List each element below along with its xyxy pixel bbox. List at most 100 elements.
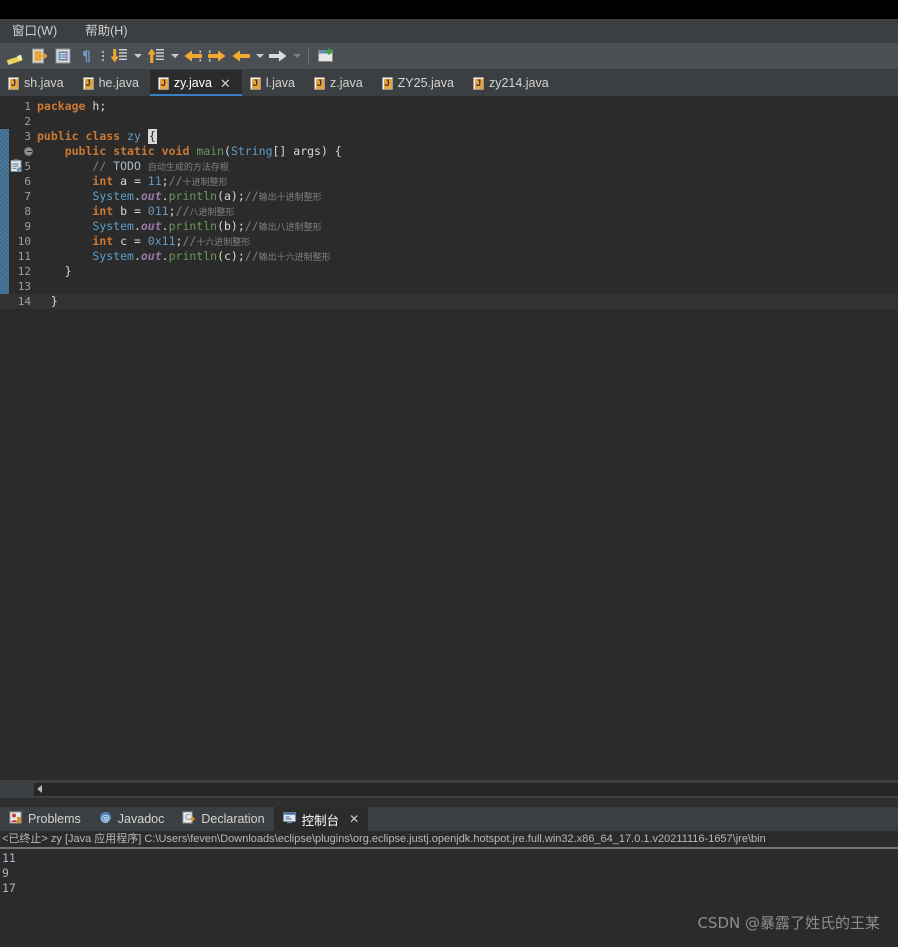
editor-tab-z-java[interactable]: z.java — [306, 70, 374, 96]
line-number: 2 — [24, 115, 31, 128]
editor-tab-zy-java[interactable]: zy.java ✕ — [149, 70, 242, 96]
code-token: . — [161, 249, 169, 263]
editor-tab-label: he.java — [98, 76, 139, 90]
editor-tab-sh-java[interactable]: sh.java — [0, 70, 75, 96]
menu-window[interactable]: 窗口(W) — [9, 19, 60, 43]
code-line[interactable]: 3 public class zy { — [0, 129, 898, 144]
code-token: System — [92, 189, 134, 203]
view-tab-label: Declaration — [201, 812, 265, 826]
code-line[interactable]: 2 — [0, 114, 898, 129]
code-line[interactable]: 6 int a = 11;//十进制整形 — [0, 174, 898, 189]
line-number: 3 — [24, 130, 31, 143]
editor-tab-zy214-java[interactable]: zy214.java — [465, 70, 560, 96]
show-whitespace-pilcrow-icon[interactable]: ¶ — [75, 44, 99, 68]
back-icon[interactable] — [229, 44, 253, 68]
declaration-icon: C — [182, 811, 196, 827]
code-token: // — [244, 219, 259, 233]
view-tab-problems[interactable]: Problems — [0, 807, 90, 831]
code-token: 十进制整形 — [182, 178, 228, 188]
close-icon[interactable]: ✕ — [349, 812, 359, 826]
code-line[interactable]: 13 — [0, 279, 898, 294]
new-window-icon[interactable] — [314, 44, 338, 68]
code-token: out — [140, 219, 162, 233]
back-dropdown[interactable] — [253, 44, 266, 68]
line-number: 5 — [24, 160, 31, 173]
previous-annotation-icon[interactable] — [144, 44, 168, 68]
line-number: 7 — [24, 190, 31, 203]
next-annotation-icon[interactable] — [107, 44, 131, 68]
editor-tab-he-java[interactable]: he.java — [75, 70, 150, 96]
svg-text:¶: ¶ — [82, 49, 91, 65]
editor-horizontal-scrollbar[interactable] — [0, 780, 898, 798]
code-token: public — [64, 144, 107, 158]
console-output-line: 9 — [2, 866, 9, 880]
console-output[interactable]: 11 9 17 — [2, 851, 892, 896]
close-icon[interactable]: ✕ — [220, 77, 231, 90]
menu-help[interactable]: 帮助(H) — [82, 19, 130, 43]
view-tab-declaration[interactable]: C Declaration — [173, 807, 273, 831]
fold-collapse-icon[interactable] — [24, 147, 33, 156]
code-line[interactable]: 4 public static void main(String[] args)… — [0, 144, 898, 159]
java-file-icon — [157, 76, 169, 90]
open-type-icon[interactable] — [51, 44, 75, 68]
editor-tab-bar: sh.java he.java zy.java ✕ l.java z.java … — [0, 70, 898, 96]
line-number: 8 — [24, 205, 31, 218]
code-line[interactable]: 9 System.out.println(b);//输出八进制整形 — [0, 219, 898, 234]
scroll-left-icon[interactable] — [37, 785, 42, 793]
code-line[interactable]: 8 int b = 011;//八进制整形 — [0, 204, 898, 219]
previous-annotation-dropdown[interactable] — [168, 44, 181, 68]
line-number: 14 — [17, 295, 31, 308]
code-line[interactable]: 5 // TODO 自动生成的方法存根 — [0, 159, 898, 174]
code-token: [] args) { — [272, 144, 342, 158]
code-line[interactable]: 11 System.out.println(c);//输出十六进制整形 — [0, 249, 898, 264]
code-token: 11 — [147, 174, 162, 188]
code-token: int — [92, 204, 114, 218]
code-token: ; — [161, 174, 169, 188]
svg-text:@: @ — [101, 814, 110, 824]
code-line[interactable]: 12 } — [0, 264, 898, 279]
code-token: System — [92, 249, 134, 263]
toolbar-overflow-dots[interactable] — [99, 44, 107, 68]
code-line[interactable]: 10 int c = 0x11;//十六进制整形 — [0, 234, 898, 249]
editor-tab-label: zy214.java — [488, 76, 549, 90]
view-tab-javadoc[interactable]: @ Javadoc — [90, 807, 174, 831]
next-annotation-dropdown[interactable] — [131, 44, 144, 68]
editor-tab-l-java[interactable]: l.java — [242, 70, 306, 96]
scrollbar-track[interactable] — [34, 783, 898, 796]
next-edit-location-icon[interactable] — [205, 44, 229, 68]
code-token: // — [175, 204, 190, 218]
code-token: (a); — [217, 189, 245, 203]
code-editor[interactable]: 1 package h; 2 3 public class zy {4 public s… — [0, 96, 898, 780]
code-line[interactable]: 7 System.out.println(a);//输出十进制整形 — [0, 189, 898, 204]
title-bar-strip — [0, 0, 898, 19]
last-edit-location-icon[interactable] — [181, 44, 205, 68]
editor-tab-label: sh.java — [24, 76, 64, 90]
console-divider — [0, 847, 898, 849]
main-toolbar: ¶ — [0, 43, 898, 70]
code-token: out — [140, 189, 162, 203]
forward-dropdown — [290, 44, 303, 68]
code-text: package h; — [37, 99, 106, 114]
eclipse-window: 窗口(W) 帮助(H) ¶ J sh.java J he.java J zy.j… — [0, 0, 898, 947]
code-line[interactable]: 14 } — [0, 294, 898, 309]
view-tab-console[interactable]: 控制台 ✕ — [273, 807, 369, 831]
forward-icon[interactable] — [266, 44, 290, 68]
java-file-icon — [314, 76, 325, 90]
toggle-mark-occurrences-icon[interactable] — [3, 44, 27, 68]
code-token: // — [168, 174, 183, 188]
code-line[interactable]: 1 package h; — [0, 99, 898, 114]
new-java-class-icon[interactable] — [27, 44, 51, 68]
code-token: // — [92, 159, 114, 173]
editor-tab-label: l.java — [265, 76, 295, 90]
code-token: . — [161, 189, 169, 203]
editor-tab-zy25-java[interactable]: ZY25.java — [374, 70, 465, 96]
code-token: println — [168, 249, 218, 263]
console-icon — [282, 811, 296, 827]
